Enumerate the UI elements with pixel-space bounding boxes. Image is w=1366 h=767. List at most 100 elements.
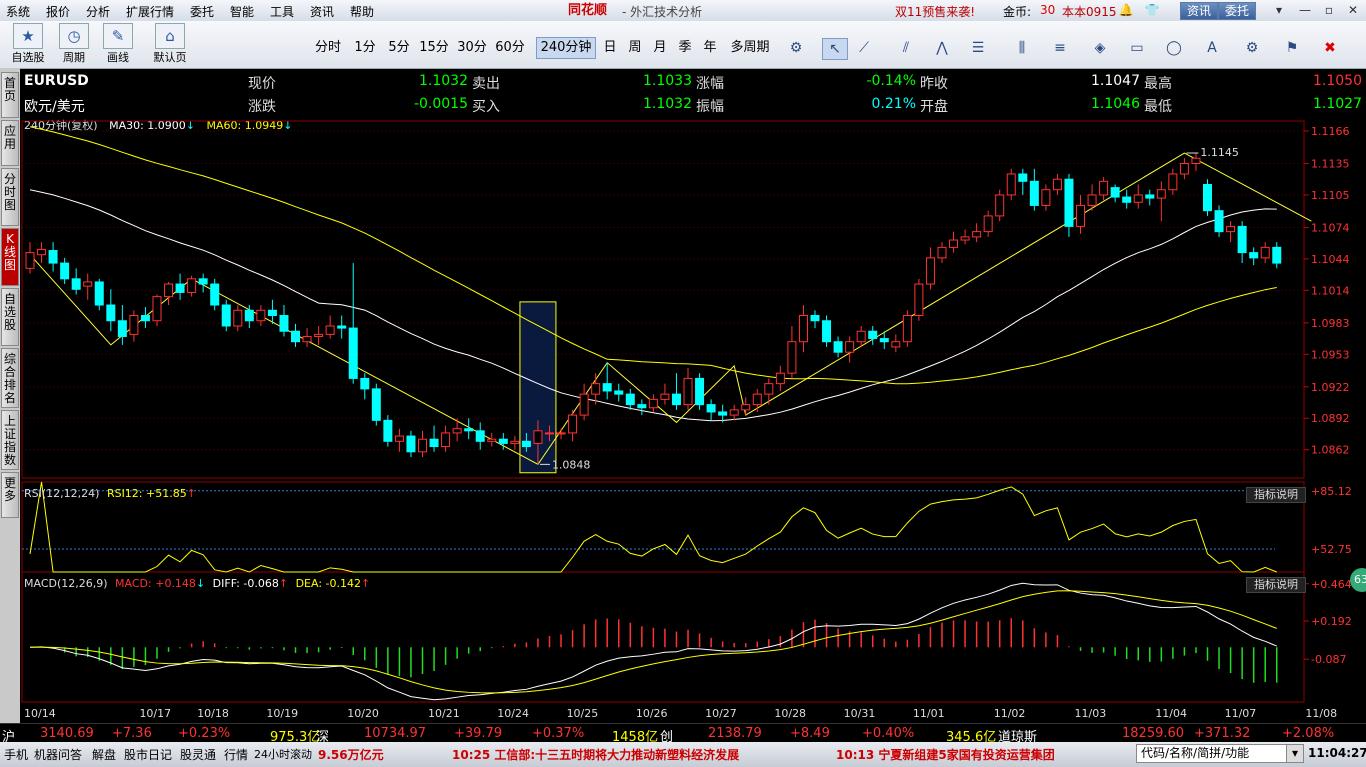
candle-body xyxy=(487,438,497,442)
candle-body xyxy=(1133,194,1143,203)
candle-body xyxy=(602,383,612,392)
candle-body xyxy=(37,248,47,256)
candle-body xyxy=(1145,194,1155,199)
price-tick-label: 1.0953 xyxy=(1311,348,1350,361)
candle-body xyxy=(475,430,485,442)
candle-body xyxy=(1203,183,1212,212)
candle-body xyxy=(1237,225,1247,254)
candle-body xyxy=(441,432,451,448)
diff-value: DIFF: -0.068 xyxy=(212,577,279,590)
candle-body xyxy=(718,411,728,416)
candle-body xyxy=(279,315,289,332)
candle-body xyxy=(868,330,878,340)
price-tick-label: 1.1074 xyxy=(1311,221,1350,234)
candle-body xyxy=(1110,187,1120,198)
market-analysis-link[interactable]: 解盘 xyxy=(92,746,116,763)
price-tick-label: 1.1044 xyxy=(1311,253,1350,266)
candle-body xyxy=(660,393,670,400)
candle-body xyxy=(94,281,104,306)
candle-body xyxy=(648,398,658,409)
date-label: 11/02 xyxy=(993,707,1026,720)
search-dropdown-icon[interactable]: ▾ xyxy=(1286,744,1304,763)
date-label: 11/01 xyxy=(912,707,945,720)
candle-body xyxy=(879,338,889,343)
candle-body xyxy=(210,283,220,306)
candle-body xyxy=(314,333,324,337)
date-label: 10/17 xyxy=(139,707,172,720)
candle-body xyxy=(1006,173,1016,196)
news-ticker-2[interactable]: 10:13 宁夏新组建5家国有投资运营集团 xyxy=(836,746,1055,763)
candle-body xyxy=(175,283,185,293)
price-tick-label: 1.1166 xyxy=(1311,125,1350,138)
dea-arrow-icon: ↑ xyxy=(360,577,371,590)
candle-body xyxy=(833,341,843,353)
candle-body xyxy=(106,304,116,322)
rsi-up-arrow-icon: ↑ xyxy=(186,487,196,500)
candle-body xyxy=(695,377,705,406)
date-label: 10/31 xyxy=(843,707,876,720)
candle-body xyxy=(1179,162,1189,175)
price-tick-label: 1.0892 xyxy=(1311,412,1350,425)
robot-qa-link[interactable]: 机器问答 xyxy=(34,746,82,763)
chart-canvas[interactable]: 1.1166 1.1135 1.1105 1.1074 1.1044 1.1014 1.09… xyxy=(0,0,1366,767)
news-ticker-1[interactable]: 10:25 工信部:十三五时期将大力推动新塑料经济发展 xyxy=(452,746,739,763)
candle-body xyxy=(949,239,959,248)
clock: 11:04:27 xyxy=(1308,746,1366,760)
candle-body xyxy=(187,278,197,293)
candle-body xyxy=(48,250,58,264)
dea-value: DEA: -0.142 xyxy=(295,577,361,590)
mobile-link[interactable]: 手机 xyxy=(4,746,28,763)
candle-body xyxy=(764,383,774,395)
rsi-help-button[interactable]: 指标说明 xyxy=(1246,487,1306,503)
rolling-news-link[interactable]: 24小时滚动 xyxy=(254,746,312,762)
candle-body xyxy=(1076,204,1086,227)
candle-body xyxy=(60,262,70,280)
candle-body xyxy=(822,320,832,343)
candle-body xyxy=(729,409,739,416)
index-item: +371.32 xyxy=(1194,726,1251,741)
candle-body xyxy=(394,435,404,442)
price-tick-label: 1.1014 xyxy=(1311,284,1350,297)
rsi-line xyxy=(29,481,1277,573)
quotes-link[interactable]: 行情 xyxy=(224,746,248,763)
price-tick-label: 1.1135 xyxy=(1311,157,1350,170)
candle-body xyxy=(348,327,358,379)
date-label: 10/18 xyxy=(197,707,229,720)
candle-body xyxy=(164,283,174,298)
stock-diary-link[interactable]: 股市日记 xyxy=(124,746,172,763)
candle-body xyxy=(1214,210,1224,233)
candle-body xyxy=(256,309,266,322)
candle-body xyxy=(1249,252,1259,259)
candle-body xyxy=(1260,246,1270,259)
high-annotation: 1.1145 xyxy=(1200,146,1239,159)
macd-tick-label: -0.087 xyxy=(1311,653,1346,666)
status-bar: 手机 机器问答 解盘 股市日记 股灵通 行情 24小时滚动 9.56万亿元 10… xyxy=(0,742,1366,767)
candle-body xyxy=(1029,180,1039,206)
total-volume: 9.56万亿元 xyxy=(318,748,384,762)
candle-body xyxy=(1122,196,1132,203)
candle-body xyxy=(1099,180,1109,196)
candle-body xyxy=(1052,178,1062,191)
index-item: 2138.79 xyxy=(708,726,762,741)
candle-body xyxy=(671,393,681,406)
date-label: 11/08 xyxy=(1305,707,1338,720)
candle-body xyxy=(152,296,162,322)
candle-body xyxy=(337,325,347,329)
candle-body xyxy=(140,315,150,322)
macd-panel-frame xyxy=(21,571,1305,703)
stock-assistant-link[interactable]: 股灵通 xyxy=(180,746,216,763)
search-input[interactable]: 代码/名称/简拼/功能 xyxy=(1136,744,1292,763)
index-item: +0.37% xyxy=(532,726,585,741)
index-item: +0.23% xyxy=(178,726,231,741)
date-label: 10/25 xyxy=(566,707,599,720)
macd-help-button[interactable]: 指标说明 xyxy=(1246,577,1306,593)
candle-body xyxy=(591,383,601,395)
index-bar: 沪 3140.69 +7.36 +0.23% 975.3亿深 10734.97 +39.79… xyxy=(0,723,1366,745)
date-label: 11/07 xyxy=(1224,707,1257,720)
candle-body xyxy=(325,325,335,335)
macd-arrow-icon: ↓ xyxy=(195,577,206,590)
candle-body xyxy=(810,315,820,322)
candle-body xyxy=(418,438,427,453)
candle-body xyxy=(625,393,635,406)
candle-body xyxy=(267,309,277,317)
